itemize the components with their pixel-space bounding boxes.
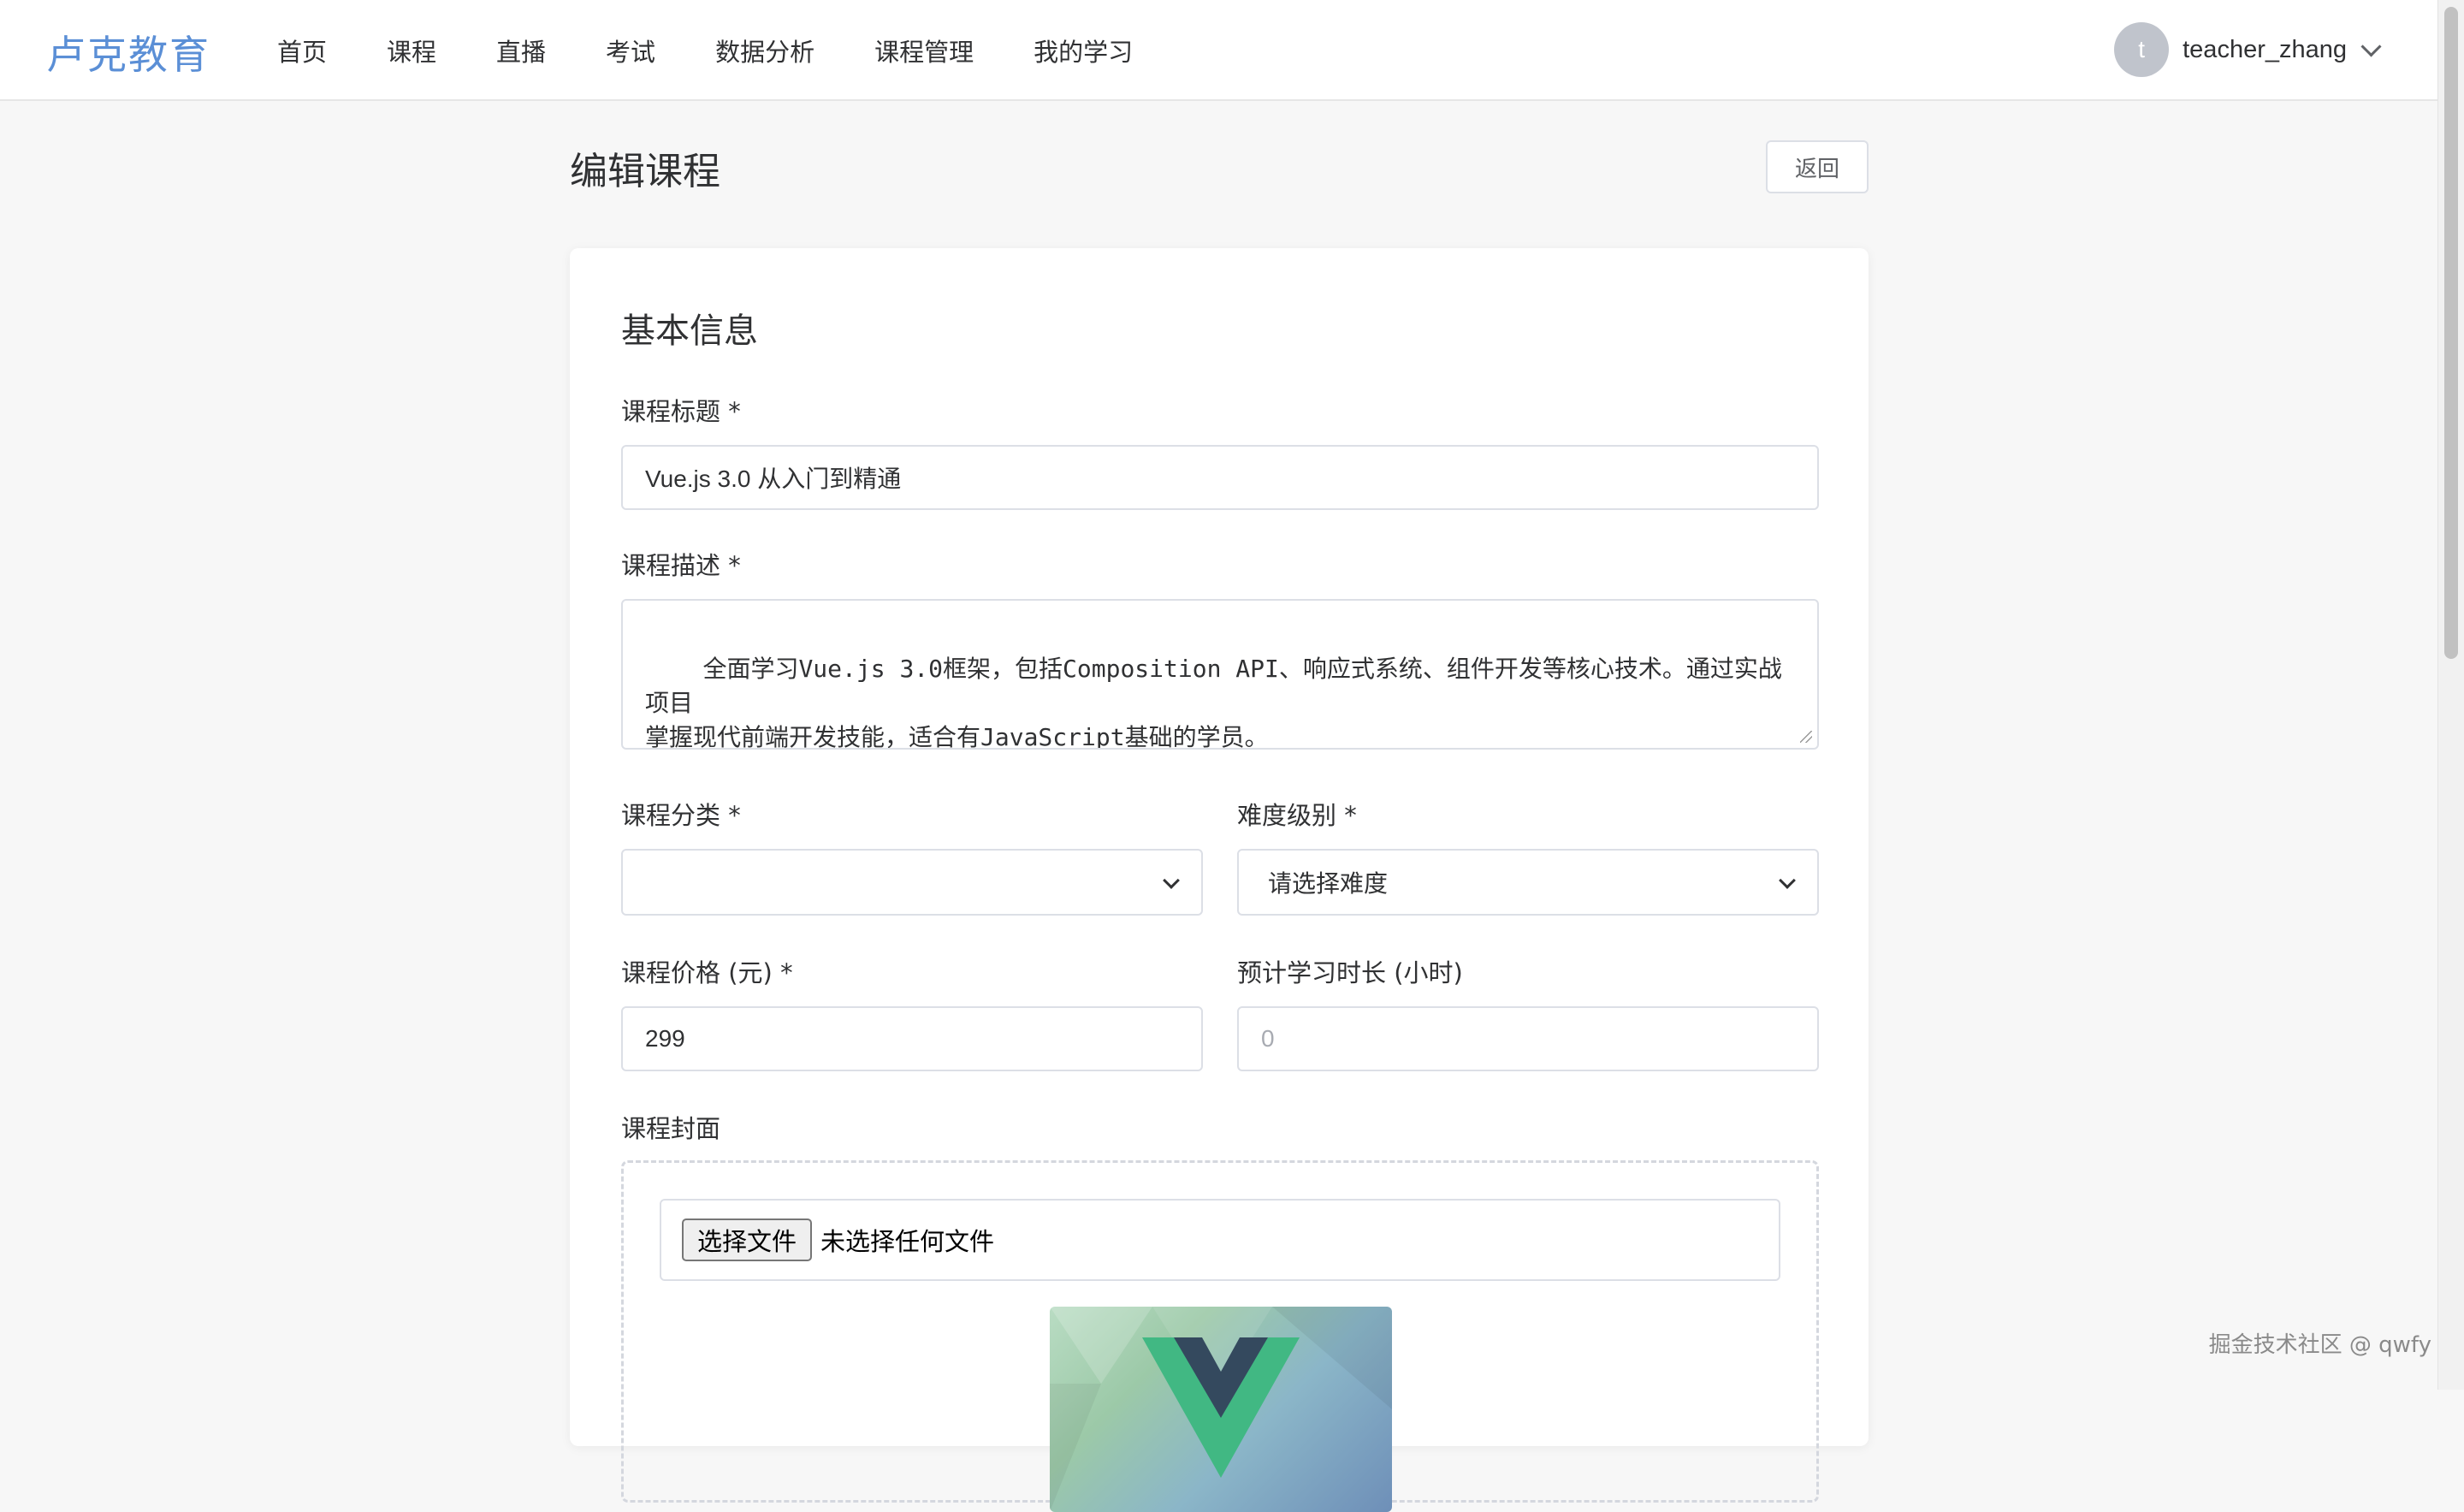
file-status: 未选择任何文件 [820,1227,995,1256]
course-form-card: 基本信息 课程标题 * Vue.js 3.0 从入门到精通 课程描述 * 全面学… [570,248,1869,1512]
avatar: t [2114,22,2170,77]
cover-upload-zone[interactable]: 选择文件 未选择任何文件 [621,1160,1819,1512]
main-nav: 首页 课程 直播 考试 数据分析 课程管理 我的学习 [277,0,1193,101]
nav-item-courses[interactable]: 课程 [387,33,436,68]
difficulty-select-value: 请选择难度 [1268,869,1389,898]
username: teacher_zhang [2183,35,2347,63]
choose-file-button[interactable]: 选择文件 [682,1218,813,1261]
section-title: 基本信息 [621,311,758,351]
scrollbar-thumb[interactable] [2444,7,2458,659]
difficulty-select[interactable]: 请选择难度 [1237,849,1819,916]
price-input[interactable]: 299 [621,1006,1203,1071]
watermark: 掘金技术社区 @ qwfy [2208,1332,2431,1358]
difficulty-label: 难度级别 * [1237,801,1357,830]
title-label: 课程标题 * [621,397,741,426]
cover-label: 课程封面 [621,1114,721,1143]
course-title-value: Vue.js 3.0 从入门到精通 [645,465,902,492]
nav-item-live[interactable]: 直播 [496,33,546,68]
resize-grip-icon[interactable] [1800,731,1812,743]
duration-label: 预计学习时长 (小时) [1237,958,1463,987]
duration-input[interactable]: 0 [1237,1006,1819,1071]
cover-preview-image [1050,1307,1392,1512]
price-value: 299 [645,1025,685,1052]
page-title: 编辑课程 [570,150,720,193]
nav-item-my-learning[interactable]: 我的学习 [1034,33,1133,68]
chevron-down-icon [2360,35,2382,57]
category-label: 课程分类 * [621,801,741,830]
description-label: 课程描述 * [621,551,741,580]
nav-item-analytics[interactable]: 数据分析 [715,33,814,68]
category-select[interactable] [621,849,1203,916]
brand-logo[interactable]: 卢克教育 [46,24,210,80]
course-description-textarea[interactable]: 全面学习Vue.js 3.0框架，包括Composition API、响应式系统… [621,599,1819,750]
price-label: 课程价格 (元) * [621,958,793,987]
chevron-down-icon [1163,872,1180,889]
top-navbar: 卢克教育 首页 课程 直播 考试 数据分析 课程管理 我的学习 t teache… [0,0,2438,101]
nav-item-exams[interactable]: 考试 [606,33,655,68]
chevron-down-icon [1779,872,1796,889]
page-scrollbar[interactable] [2437,0,2464,1390]
nav-item-home[interactable]: 首页 [277,33,327,68]
course-title-input[interactable]: Vue.js 3.0 从入门到精通 [621,445,1819,510]
nav-item-course-management[interactable]: 课程管理 [874,33,974,68]
course-description-value: 全面学习Vue.js 3.0框架，包括Composition API、响应式系统… [645,655,1782,750]
duration-placeholder: 0 [1261,1025,1275,1052]
back-button[interactable]: 返回 [1766,140,1869,193]
file-input[interactable]: 选择文件 未选择任何文件 [660,1199,1780,1281]
vue-logo-icon [1050,1307,1392,1512]
user-menu[interactable]: t teacher_zhang [2114,22,2382,77]
